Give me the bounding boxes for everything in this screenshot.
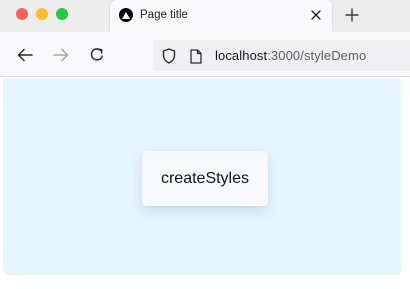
tab-strip: Page title <box>0 0 410 32</box>
url-path: :3000/styleDemo <box>267 48 367 63</box>
url-text[interactable]: localhost:3000/styleDemo <box>215 48 366 63</box>
create-styles-button[interactable]: createStyles <box>142 151 268 206</box>
window-minimize-button[interactable] <box>36 8 48 20</box>
nextjs-triangle-icon <box>119 8 133 22</box>
shield-icon[interactable] <box>161 48 177 64</box>
window-maximize-button[interactable] <box>56 8 68 20</box>
demo-container: createStyles <box>3 79 402 275</box>
arrow-left-icon[interactable] <box>16 46 34 64</box>
arrow-right-icon[interactable] <box>52 46 70 64</box>
browser-window: Page title localhost:3000/styleDemo crea… <box>0 0 410 289</box>
navigation-toolbar: localhost:3000/styleDemo <box>0 32 410 77</box>
tab-title: Page title <box>140 9 188 21</box>
window-close-button[interactable] <box>16 8 28 20</box>
close-icon[interactable] <box>309 8 323 22</box>
url-host: localhost <box>215 48 268 63</box>
plus-icon[interactable] <box>344 7 360 23</box>
page-icon[interactable] <box>189 48 203 64</box>
reload-icon[interactable] <box>88 46 106 64</box>
address-bar[interactable]: localhost:3000/styleDemo <box>153 40 410 71</box>
active-tab[interactable]: Page title <box>110 0 332 32</box>
page-viewport: createStyles <box>0 77 410 289</box>
